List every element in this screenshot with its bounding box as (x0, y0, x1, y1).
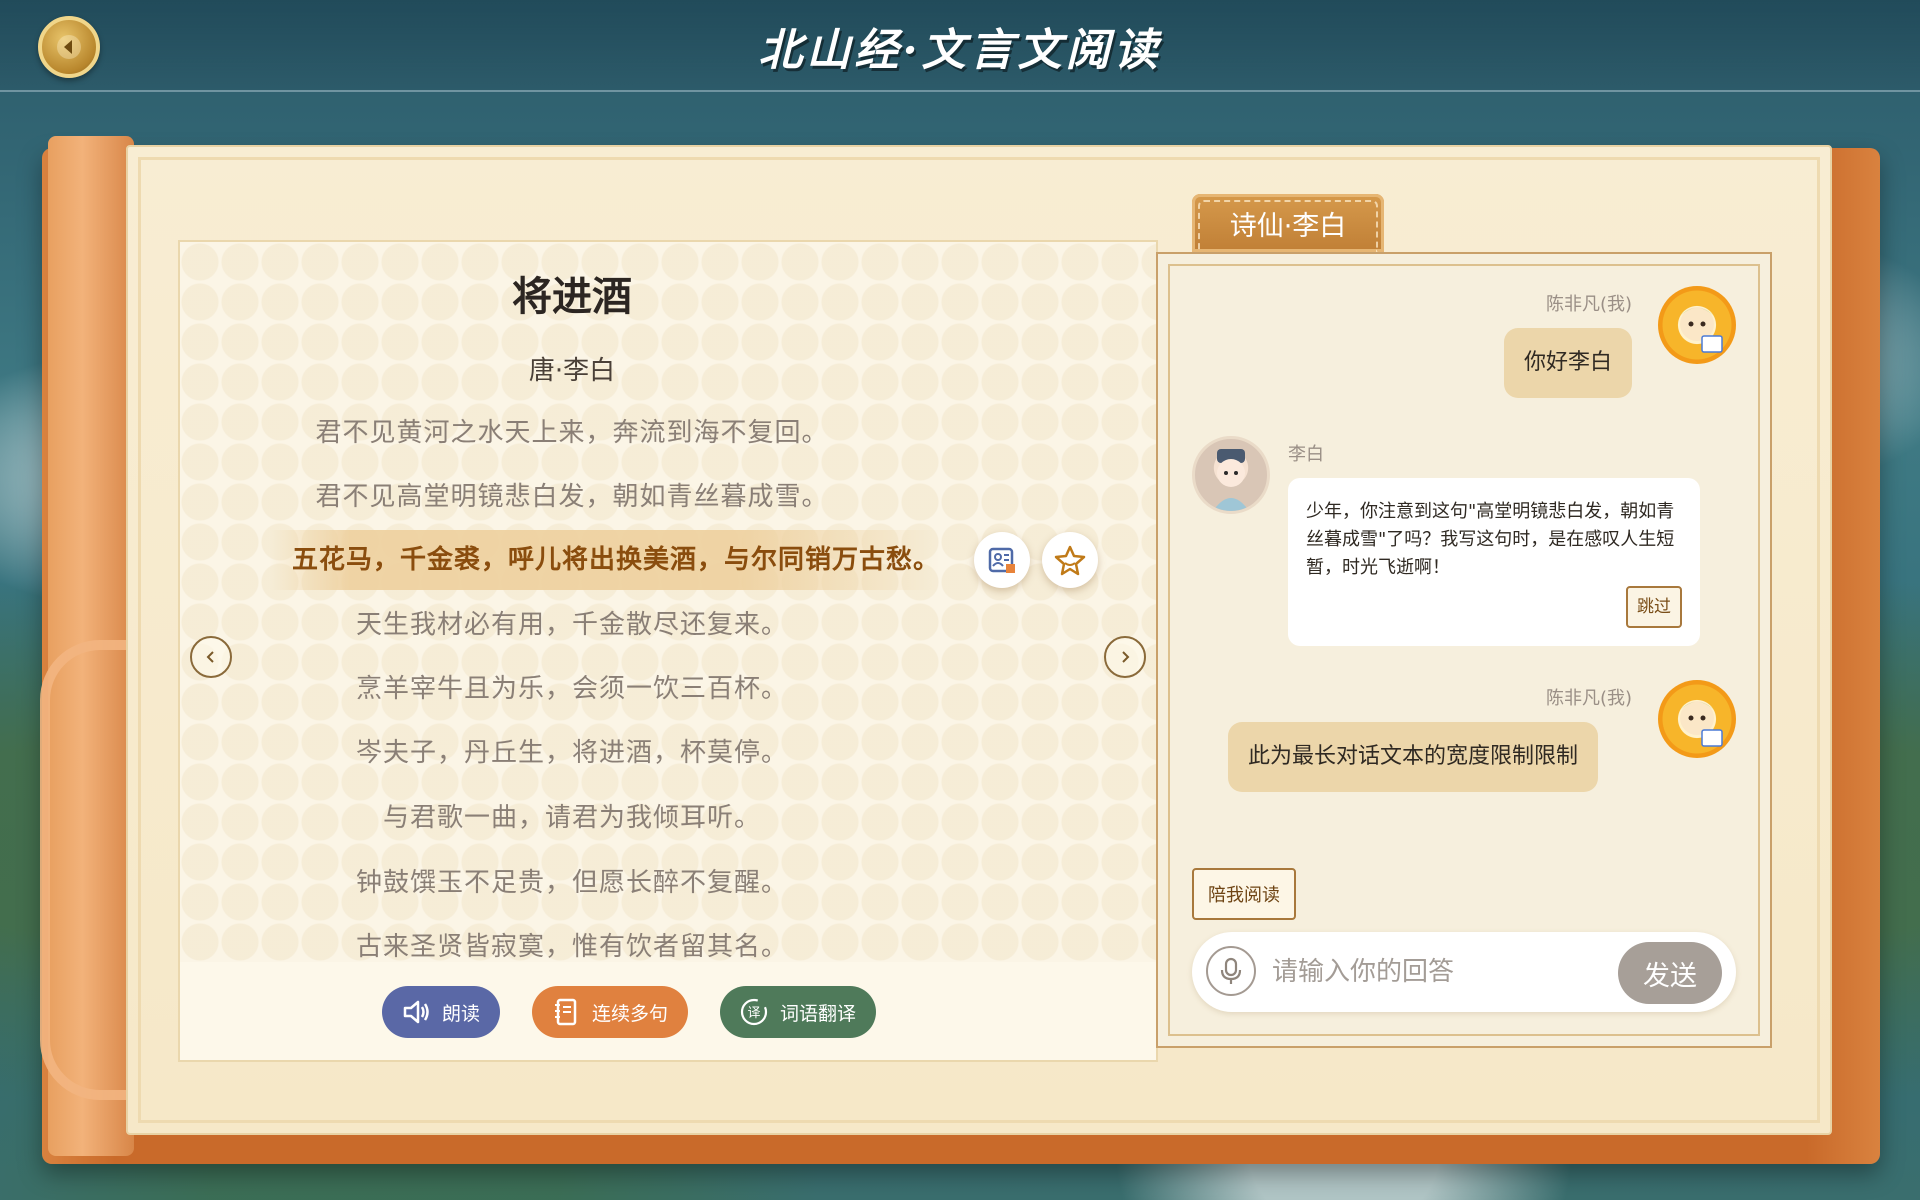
chevron-right-icon (1122, 651, 1130, 663)
poem-line[interactable]: 与君歌一曲，请君为我倾耳听。 (180, 797, 964, 834)
next-page-button[interactable] (1104, 636, 1146, 678)
poem-line[interactable]: 古来圣贤皆寂寞，惟有饮者留其名。 (180, 926, 964, 963)
poem-line[interactable]: 天生我材必有用，千金散尽还复来。 (180, 604, 964, 641)
poem-line-active[interactable]: 五花马，千金裘，呼儿将出换美酒，与尔同销万古愁。 (270, 530, 940, 590)
poem-line[interactable]: 烹羊宰牛且为乐，会须一饮三百杯。 (180, 668, 964, 705)
notebook-icon (550, 996, 582, 1028)
chat-tab-label: 诗仙·李白 (1229, 210, 1347, 242)
multi-sentence-label: 连续多句 (592, 1002, 669, 1025)
speaker-icon (400, 996, 432, 1028)
svg-text:译: 译 (747, 1006, 760, 1021)
message-sender: 陈非凡(我) (1546, 688, 1633, 709)
note-button[interactable] (974, 532, 1030, 588)
libai-avatar (1192, 436, 1270, 514)
poem-line[interactable]: 钟鼓馔玉不足贵，但愿长醉不复醒。 (180, 862, 964, 899)
poem-line[interactable]: 君不见高堂明镜悲白发，朝如青丝暮成雪。 (180, 476, 964, 513)
word-translate-button[interactable]: 译 词语翻译 (720, 986, 877, 1038)
message-bubble-me: 此为最长对话文本的宽度限制限制 (1228, 722, 1599, 792)
page-title: 北山经·文言文阅读 (758, 25, 1162, 76)
send-button[interactable]: 发送 (1618, 942, 1722, 1004)
poem-line[interactable]: 君不见黄河之水天上来，奔流到海不复回。 (180, 412, 964, 449)
user-avatar (1658, 286, 1736, 364)
note-card-icon (988, 547, 1015, 573)
chat-input-bar: 发送 (1192, 932, 1736, 1012)
poem-reader: 将进酒 唐·李白 君不见黄河之水天上来，奔流到海不复回。 君不见高堂明镜悲白发，… (178, 240, 1158, 1062)
message-bubble-me: 你好李白 (1504, 328, 1633, 398)
translate-icon: 译 (738, 996, 770, 1028)
chat-panel (1156, 252, 1772, 1048)
skip-button[interactable]: 跳过 (1626, 586, 1682, 628)
chevron-left-icon (206, 651, 214, 663)
header-bar: 北山经·文言文阅读 (0, 0, 1920, 92)
poem-title: 将进酒 (512, 274, 632, 320)
multi-sentence-button[interactable]: 连续多句 (532, 986, 689, 1038)
microphone-icon (1220, 957, 1242, 984)
word-translate-label: 词语翻译 (780, 1002, 857, 1025)
prev-page-button[interactable] (190, 636, 232, 678)
poem-author: 唐·李白 (528, 356, 616, 386)
read-aloud-button[interactable]: 朗读 (382, 986, 501, 1038)
message-bubble-ai: 少年，你注意到这句"高堂明镜悲白发，朝如青丝暮成雪"了吗？我写这句时，是在感叹人… (1288, 478, 1700, 646)
reader-toolbar: 朗读 连续多句 译 词语翻译 (180, 962, 1156, 1060)
favorite-button[interactable] (1042, 532, 1098, 588)
poem-line[interactable]: 岑夫子，丹丘生，将进酒，杯莫停。 (180, 732, 964, 769)
message-sender: 陈非凡(我) (1546, 294, 1633, 315)
user-avatar (1658, 680, 1736, 758)
message-sender: 李白 (1288, 444, 1324, 465)
star-icon (1054, 545, 1086, 576)
read-aloud-label: 朗读 (442, 1002, 481, 1025)
chat-tab-title: 诗仙·李白 (1192, 194, 1384, 252)
message-text: 少年，你注意到这句"高堂明镜悲白发，朝如青丝暮成雪"了吗？我写这句时，是在感叹人… (1306, 501, 1675, 578)
answer-input[interactable] (1272, 946, 1602, 998)
accompany-reading-button[interactable]: 陪我阅读 (1192, 868, 1296, 920)
microphone-button[interactable] (1206, 946, 1256, 996)
